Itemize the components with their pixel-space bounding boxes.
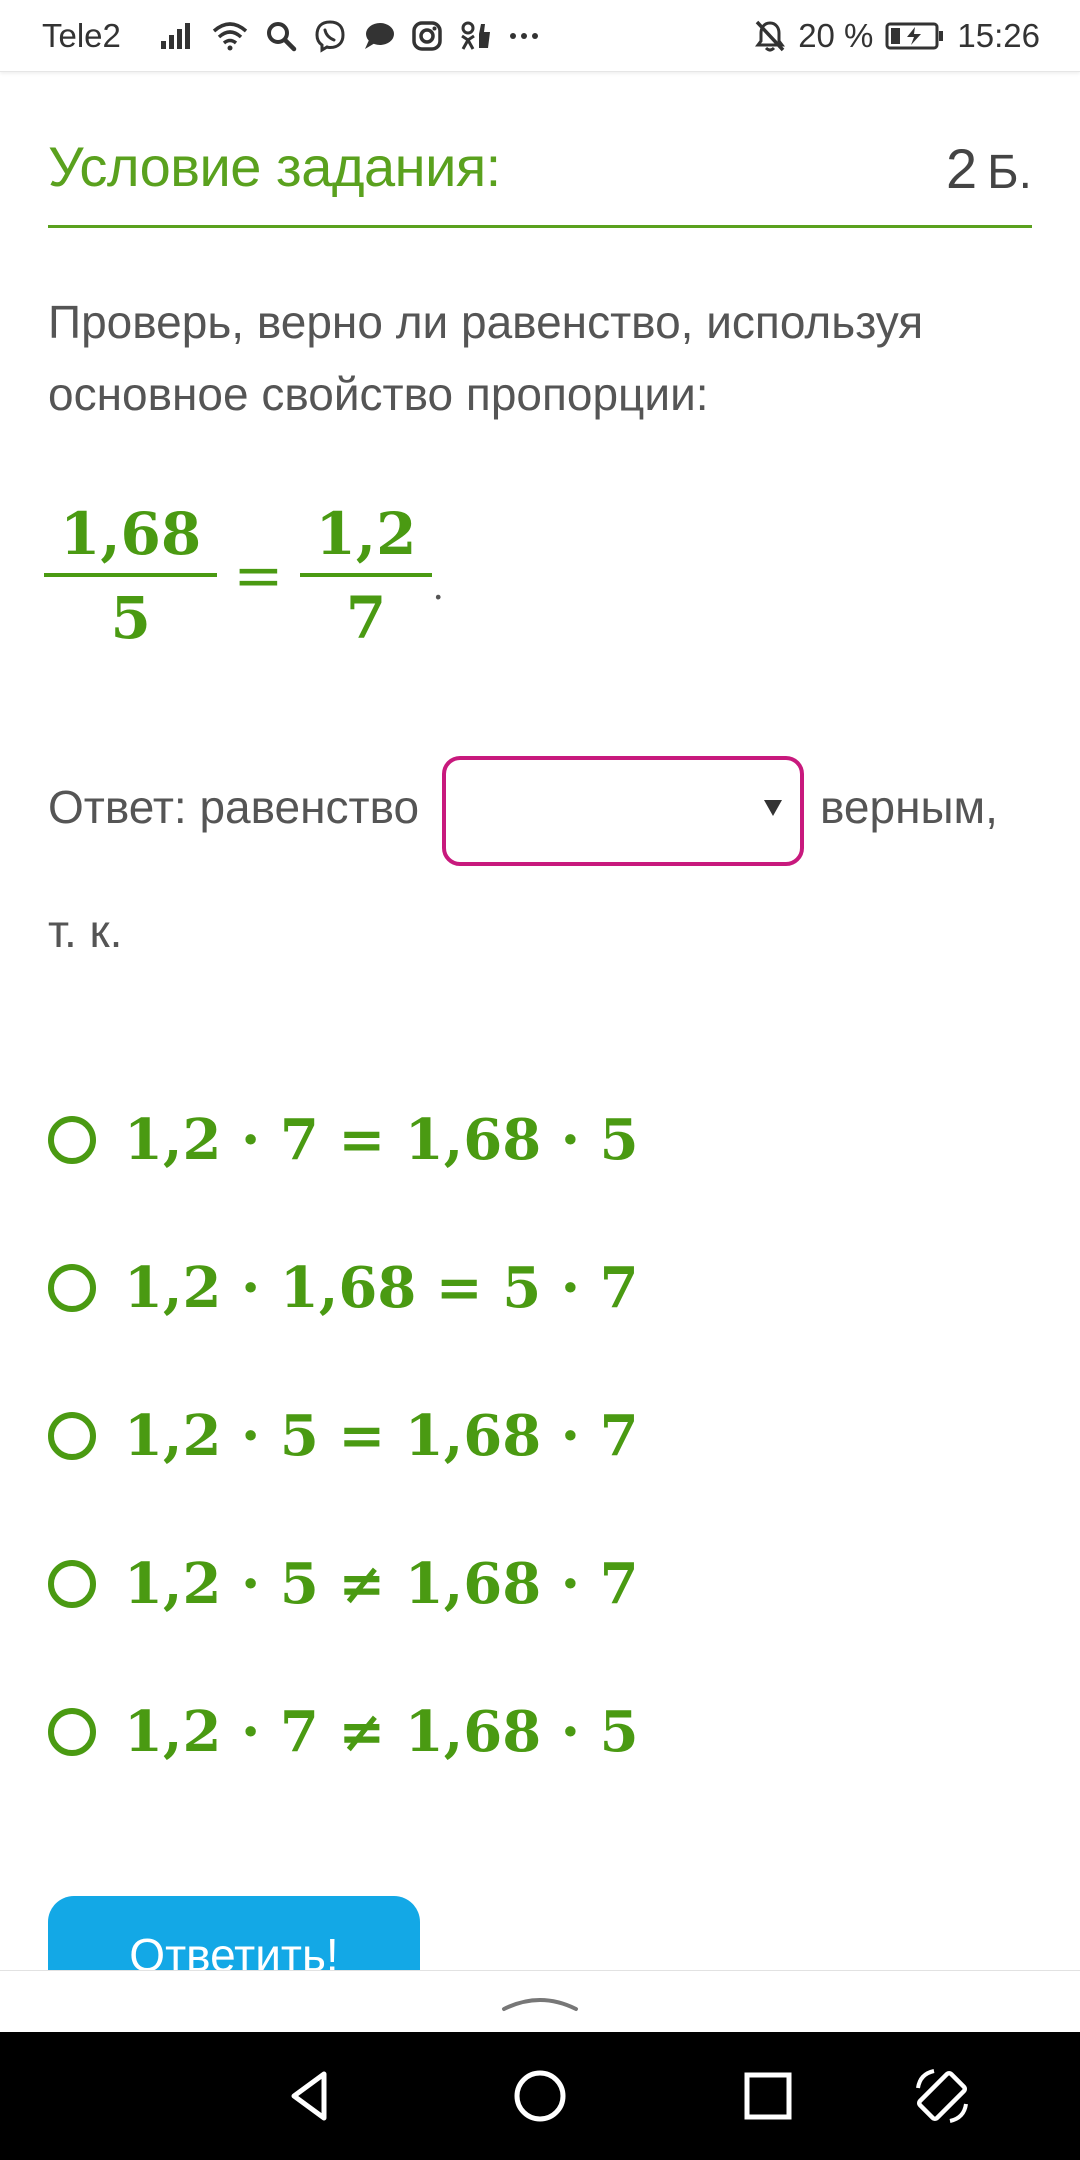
left-numerator: 1,68 [60, 500, 202, 568]
viber-icon [313, 19, 347, 53]
options-list: 1,2 · 7 = 1,68 · 5 1,2 · 1,68 = 5 · 7 1,… [48, 1066, 1008, 1806]
navigation-bar [0, 2032, 1080, 2160]
option-label: 1,2 · 1,68 = 5 · 7 [124, 1255, 639, 1321]
proportion-equation: 1,68 5 = 1,2 7 . [44, 496, 444, 656]
chevron-up-icon [502, 1998, 578, 2011]
task-instruction: Проверь, верно ли равенство, используя о… [48, 296, 924, 420]
points-value: 2 [946, 137, 978, 200]
status-right: 20 % 15:26 [754, 17, 1040, 55]
bell-muted-icon [754, 19, 786, 53]
answer-suffix: верным, [820, 781, 998, 833]
ok-icon [459, 20, 493, 52]
task-points: 2 Б. [946, 136, 1032, 201]
status-left: Tele2 [42, 17, 539, 55]
answer-dropdown[interactable] [442, 756, 804, 866]
option-item[interactable]: 1,2 · 7 ≠ 1,68 · 5 [48, 1658, 1008, 1806]
status-bar: Tele2 20 % 15:26 [0, 0, 1080, 72]
rotate-button[interactable] [912, 2066, 972, 2126]
recents-square-icon [744, 2072, 792, 2120]
radio-button[interactable] [48, 1116, 96, 1164]
back-button[interactable] [280, 2066, 340, 2126]
option-label: 1,2 · 7 = 1,68 · 5 [124, 1107, 639, 1173]
points-unit: Б. [987, 146, 1032, 199]
option-item[interactable]: 1,2 · 5 = 1,68 · 7 [48, 1362, 1008, 1510]
home-button[interactable] [510, 2066, 570, 2126]
bottom-swipe-bar[interactable] [0, 1970, 1080, 2033]
option-item[interactable]: 1,2 · 7 = 1,68 · 5 [48, 1066, 1008, 1214]
home-circle-icon [514, 2070, 566, 2122]
answer-prefix: Ответ: равенство [48, 781, 420, 833]
option-label: 1,2 · 5 ≠ 1,68 · 7 [124, 1551, 639, 1617]
more-icon [509, 31, 539, 41]
signal-icon [159, 21, 195, 51]
clock: 15:26 [957, 16, 1040, 54]
radio-button[interactable] [48, 1560, 96, 1608]
equation-period: . [432, 567, 444, 608]
battery-charging-icon [885, 21, 945, 51]
option-label: 1,2 · 7 ≠ 1,68 · 5 [124, 1699, 639, 1765]
recents-button[interactable] [738, 2066, 798, 2126]
task-title: Условие задания: [48, 135, 501, 198]
search-icon [265, 20, 297, 52]
radio-button[interactable] [48, 1264, 96, 1312]
right-denominator: 7 [299, 573, 433, 647]
equals-sign: = [233, 541, 284, 611]
answer-because: т. к. [48, 905, 123, 957]
instagram-icon [411, 20, 443, 52]
chevron-down-icon [764, 800, 782, 816]
option-item[interactable]: 1,2 · 1,68 = 5 · 7 [48, 1214, 1008, 1362]
battery-percent: 20 % [798, 16, 874, 54]
radio-button[interactable] [48, 1412, 96, 1460]
option-item[interactable]: 1,2 · 5 ≠ 1,68 · 7 [48, 1510, 1008, 1658]
carrier-label: Tele2 [42, 16, 121, 54]
right-numerator: 1,2 [315, 500, 417, 568]
left-denominator: 5 [44, 573, 218, 647]
option-label: 1,2 · 5 = 1,68 · 7 [124, 1403, 639, 1469]
back-triangle-icon [291, 2071, 327, 2121]
chat-icon [363, 21, 395, 51]
task-header: Условие задания: 2 Б. [48, 128, 1032, 228]
rotate-screen-icon [916, 2069, 968, 2123]
left-fraction: 1,68 5 [44, 500, 218, 647]
radio-button[interactable] [48, 1708, 96, 1756]
wifi-icon [211, 21, 249, 51]
right-fraction: 1,2 7 [299, 500, 433, 647]
